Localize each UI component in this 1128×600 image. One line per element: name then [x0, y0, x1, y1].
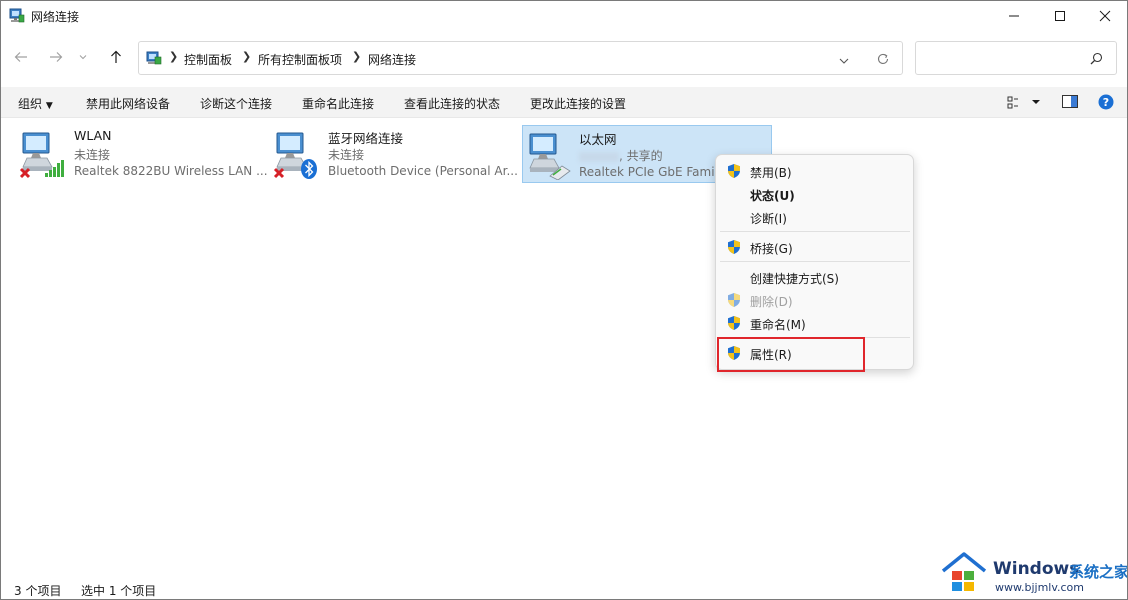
connection-status: 未连接: [328, 148, 365, 162]
connection-status: , 共享的: [579, 147, 663, 164]
address-history-button[interactable]: [839, 54, 849, 68]
up-button[interactable]: [105, 46, 127, 68]
menu-item-bridge[interactable]: 桥接(G): [716, 236, 913, 258]
maximize-button[interactable]: [1037, 1, 1083, 31]
rename-button[interactable]: 重命名此连接: [302, 95, 374, 112]
menu-item-label: 状态(U): [750, 189, 795, 203]
close-button[interactable]: [1082, 1, 1127, 31]
connection-device: Bluetooth Device (Personal Ar...: [328, 164, 518, 178]
bluetooth-adapter-icon: [273, 129, 321, 179]
menu-item-label: 删除(D): [750, 295, 793, 309]
connection-name: WLAN: [74, 128, 112, 143]
caret-down-icon: ▼: [45, 101, 53, 111]
chevron-down-icon: [79, 55, 87, 60]
help-icon: ?: [1098, 94, 1114, 110]
menu-item-label: 禁用(B): [750, 166, 792, 180]
search-icon[interactable]: [1090, 52, 1103, 68]
breadcrumb-separator-icon[interactable]: ❯: [242, 50, 251, 63]
connection-device: Realtek 8822BU Wireless LAN ...: [74, 164, 268, 178]
back-button[interactable]: [10, 46, 32, 68]
minimize-icon: [1009, 15, 1019, 17]
organize-menu[interactable]: 组织 ▼: [18, 95, 53, 112]
watermark-brand: Windows: [993, 559, 1080, 579]
breadcrumb-network-connections[interactable]: 网络连接: [368, 51, 416, 68]
menu-item-status[interactable]: 状态(U): [716, 183, 913, 205]
window-title: 网络连接: [31, 10, 80, 24]
connection-item-bluetooth[interactable]: 蓝牙网络连接 未连接 Bluetooth Device (Personal Ar…: [259, 125, 518, 183]
address-bar[interactable]: ❯ 控制面板 ❯ 所有控制面板项 ❯ 网络连接: [138, 41, 903, 75]
help-button[interactable]: ?: [1098, 94, 1114, 113]
chevron-down-icon: [839, 58, 849, 64]
ethernet-adapter-icon: [526, 130, 574, 181]
menu-item-create-shortcut[interactable]: 创建快捷方式(S): [716, 266, 913, 288]
organize-label: 组织: [18, 97, 43, 111]
disable-device-button[interactable]: 禁用此网络设备: [86, 95, 170, 112]
arrow-up-icon: [111, 50, 121, 63]
watermark: Windows 系统之家 www.bjjmlv.com: [941, 549, 1127, 599]
watermark-site-name: 系统之家: [1069, 563, 1128, 581]
breadcrumb-separator-icon[interactable]: ❯: [352, 50, 361, 63]
selected-count: 选中 1 个项目: [81, 584, 157, 598]
preview-pane-button[interactable]: [1062, 95, 1078, 111]
change-view-button[interactable]: [1007, 96, 1041, 112]
title-bar: 网络连接: [1, 1, 1127, 31]
watermark-url: www.bjjmlv.com: [995, 581, 1084, 594]
recent-locations-button[interactable]: [75, 46, 91, 68]
network-connections-icon: [9, 8, 25, 24]
uac-shield-icon: [726, 239, 742, 255]
menu-item-label: 桥接(G): [750, 242, 793, 256]
view-status-button[interactable]: 查看此连接的状态: [404, 95, 500, 112]
blurred-network-name: [579, 151, 619, 162]
connection-name: 以太网: [579, 132, 617, 147]
uac-shield-icon: [726, 292, 742, 308]
diagnose-button[interactable]: 诊断这个连接: [200, 95, 272, 112]
refresh-icon: [877, 53, 889, 65]
menu-item-rename[interactable]: 重命名(M): [716, 312, 913, 334]
item-count: 3 个项目: [14, 584, 62, 598]
wlan-adapter-icon: [19, 129, 67, 179]
breadcrumb-all-items[interactable]: 所有控制面板项: [258, 51, 342, 68]
maximize-icon: [1055, 11, 1065, 21]
arrow-right-icon: [50, 52, 63, 62]
preview-pane-icon: [1062, 95, 1078, 108]
menu-separator: [720, 231, 910, 232]
menu-item-delete: 删除(D): [716, 289, 913, 311]
svg-text:?: ?: [1103, 96, 1109, 109]
connection-status: 未连接: [74, 148, 111, 162]
uac-shield-icon: [726, 163, 742, 179]
menu-item-label: 重命名(M): [750, 318, 806, 332]
search-box[interactable]: [915, 41, 1117, 75]
breadcrumb-control-panel[interactable]: 控制面板: [184, 51, 232, 68]
connection-device: Realtek PCIe GbE Famil: [579, 165, 718, 179]
menu-item-label: 创建快捷方式(S): [750, 272, 839, 286]
uac-shield-icon: [726, 315, 742, 331]
windows-house-logo-icon: [941, 551, 987, 598]
change-settings-button[interactable]: 更改此连接的设置: [530, 95, 626, 112]
close-icon: [1099, 10, 1111, 22]
menu-item-disable[interactable]: 禁用(B): [716, 160, 913, 182]
arrow-left-icon: [14, 52, 27, 62]
command-bar: 组织 ▼ 禁用此网络设备 诊断这个连接 重命名此连接 查看此连接的状态 更改此连…: [1, 87, 1127, 118]
highlight-annotation-box: [717, 337, 865, 372]
menu-separator: [720, 261, 910, 262]
connection-status-text: , 共享的: [619, 149, 663, 163]
menu-item-diagnose[interactable]: 诊断(I): [716, 206, 913, 228]
breadcrumb-separator-icon[interactable]: ❯: [169, 50, 178, 63]
refresh-button[interactable]: [876, 52, 890, 69]
forward-button[interactable]: [45, 46, 67, 68]
menu-item-label: 诊断(I): [750, 212, 787, 226]
explorer-window: 网络连接 ❯ 控制面板 ❯ 所有控制面板项 ❯ 网络连接 组织 ▼ 禁用此网络设…: [0, 0, 1128, 600]
control-panel-icon: [146, 50, 162, 66]
connection-name: 蓝牙网络连接: [328, 131, 404, 146]
minimize-button[interactable]: [991, 1, 1037, 31]
connection-item-wlan[interactable]: WLAN 未连接 Realtek 8822BU Wireless LAN ...: [5, 125, 268, 183]
view-options-icon: [1007, 96, 1040, 109]
